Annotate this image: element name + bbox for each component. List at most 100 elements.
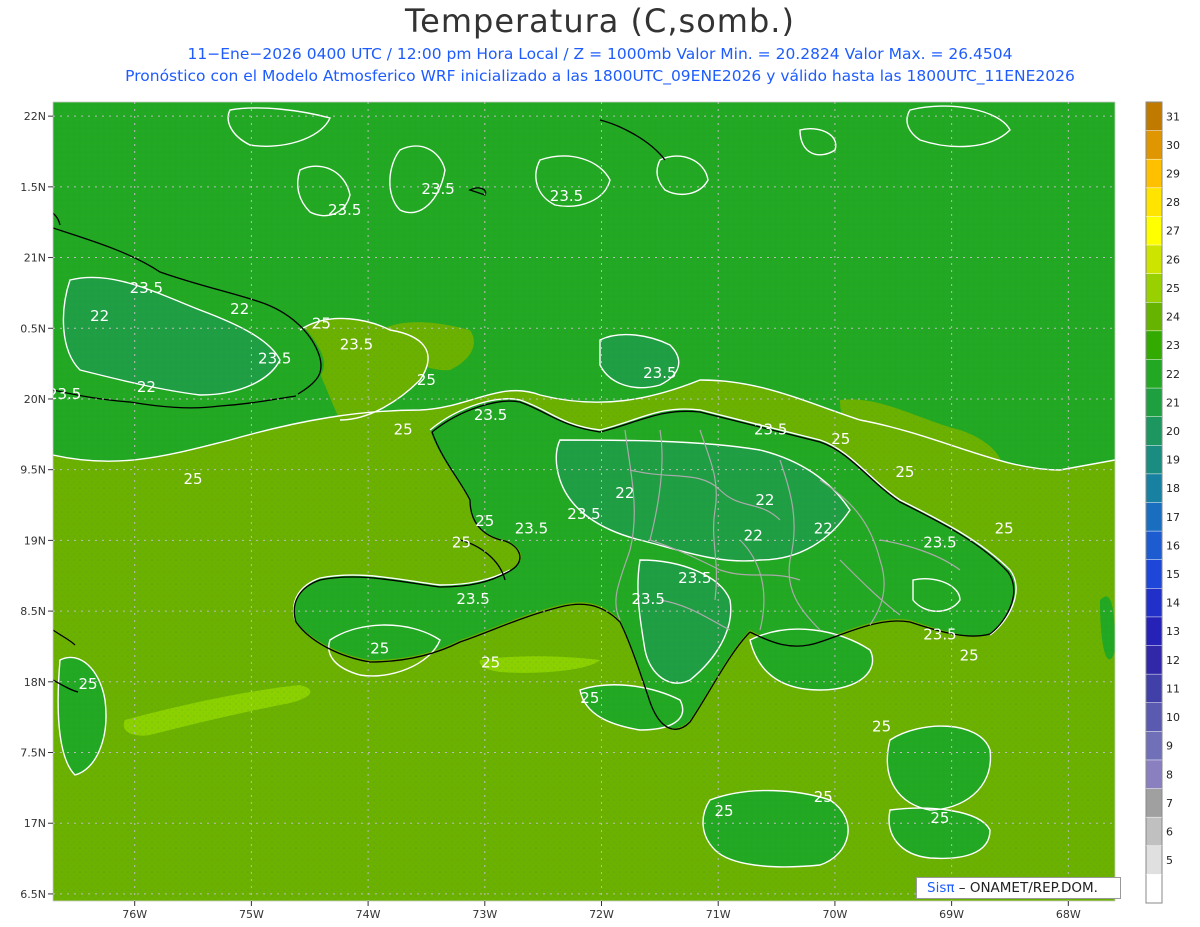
contour-label: 25 xyxy=(183,470,202,488)
credit-box: Sisπ – ONAMET/REP.DOM. xyxy=(916,877,1121,899)
lat-tick-label: 8.5N xyxy=(20,605,46,618)
colorbar-swatch xyxy=(1146,302,1162,332)
colorbar-swatch xyxy=(1146,559,1162,589)
contour-label: 23.5 xyxy=(456,590,489,608)
colorbar-label: 26 xyxy=(1166,253,1180,266)
colorbar-label: 23 xyxy=(1166,339,1180,352)
lon-tick-label: 70W xyxy=(822,908,847,921)
colorbar-label: 15 xyxy=(1166,568,1180,581)
lat-tick-label: 19N xyxy=(24,534,46,547)
lon-tick-label: 72W xyxy=(589,908,614,921)
colorbar-label: 17 xyxy=(1166,511,1180,524)
lon-tick-label: 76W xyxy=(122,908,147,921)
map-field: 23.523.523.5 23.523.522 222523.523.52223.5… xyxy=(53,88,1115,901)
contour-label: 25 xyxy=(78,675,97,693)
lon-tick-label: 73W xyxy=(472,908,497,921)
contour-label: 25 xyxy=(831,430,850,448)
colorbar-label: 6 xyxy=(1166,825,1173,838)
contour-label: 25 xyxy=(452,533,471,551)
colorbar-label: 30 xyxy=(1166,139,1180,152)
contour-label: 23.5 xyxy=(130,279,163,297)
contour-label: 23.5 xyxy=(515,519,548,537)
contour-label: 22 xyxy=(744,526,763,544)
colorbar-label: 12 xyxy=(1166,654,1180,667)
sispi-logo: Sisπ xyxy=(927,880,955,896)
colorbar-swatch xyxy=(1146,502,1162,532)
colorbar-swatch xyxy=(1146,874,1162,904)
colorbar-swatch xyxy=(1146,273,1162,303)
lat-tick-label: 1.5N xyxy=(20,181,46,194)
contour-label: 23.5 xyxy=(678,569,711,587)
colorbar-swatch xyxy=(1146,245,1162,275)
lon-tick-label: 71W xyxy=(706,908,731,921)
colorbar-swatch xyxy=(1146,473,1162,503)
colorbar-swatch xyxy=(1146,616,1162,647)
contour-label: 25 xyxy=(895,463,914,481)
temperature-map: 23.523.523.5 23.523.522 222523.523.52223.5… xyxy=(20,88,1180,921)
colorbar-swatch xyxy=(1146,102,1162,132)
contour-label: 22 xyxy=(230,300,249,318)
longitude-axis: 76W 75W 74W 73W 72W 71W 70W 69W 68W xyxy=(122,901,1081,921)
contour-label: 23.5 xyxy=(643,364,676,382)
colorbar-label: 22 xyxy=(1166,368,1180,381)
colorbar-label: 25 xyxy=(1166,282,1180,295)
credit-text: – ONAMET/REP.DOM. xyxy=(954,880,1098,896)
contour-label: 25 xyxy=(475,512,494,530)
contour-label: 25 xyxy=(930,809,949,827)
colorbar-label: 21 xyxy=(1166,396,1180,409)
contour-label: 25 xyxy=(417,371,436,389)
colorbar-swatch xyxy=(1146,130,1162,160)
contour-label: 23.5 xyxy=(631,590,664,608)
colorbar-swatch xyxy=(1146,788,1162,818)
colorbar-label: 18 xyxy=(1166,482,1180,495)
lon-tick-label: 74W xyxy=(356,908,381,921)
colorbar-label: 11 xyxy=(1166,682,1180,695)
lat-tick-label: 17N xyxy=(24,817,46,830)
colorbar-swatch xyxy=(1146,416,1162,446)
contour-label: 22 xyxy=(755,491,774,509)
contour-label: 25 xyxy=(814,788,833,806)
colorbar-swatch xyxy=(1146,702,1162,732)
contour-label: 23.5 xyxy=(550,187,583,205)
colorbar-label: 7 xyxy=(1166,797,1173,810)
contour-label: 23.5 xyxy=(754,420,787,438)
contour-label: 25 xyxy=(312,314,331,332)
contour-label: 22 xyxy=(615,484,634,502)
colorbar-label: 20 xyxy=(1166,425,1180,438)
lat-tick-label: 7.5N xyxy=(20,747,46,760)
colorbar-swatch xyxy=(1146,588,1162,618)
contour-label: 25 xyxy=(960,647,979,665)
colorbar-swatch xyxy=(1146,845,1162,875)
colorbar-label: 13 xyxy=(1166,625,1180,638)
lat-tick-label: 22N xyxy=(24,110,46,123)
latitude-axis: 22N 1.5N 21N 0.5N 20N 9.5N 19N 8.5N 18N 7.5N 17N 6.… xyxy=(20,110,53,901)
contour-label: 23.5 xyxy=(853,88,886,106)
contour-label: 25 xyxy=(370,640,389,658)
contour-label: 23.5 xyxy=(421,180,454,198)
lat-tick-label: 6.5N xyxy=(20,888,46,901)
lat-tick-label: 0.5N xyxy=(20,322,46,335)
contour-label: 25 xyxy=(580,689,599,707)
contour-label: 23.5 xyxy=(474,406,507,424)
colorbar-swatch xyxy=(1146,817,1162,847)
colorbar-label: 29 xyxy=(1166,168,1180,181)
contour-label: 25 xyxy=(995,519,1014,537)
lat-tick-label: 18N xyxy=(24,676,46,689)
colorbar-swatch xyxy=(1146,388,1162,418)
colorbar-swatch xyxy=(1146,674,1162,704)
lon-tick-label: 69W xyxy=(939,908,964,921)
colorbar-label: 14 xyxy=(1166,597,1180,610)
colorbar-swatch xyxy=(1146,445,1162,475)
colorbar-swatch xyxy=(1146,731,1162,761)
colorbar-label: 31 xyxy=(1166,110,1180,123)
lat-tick-label: 9.5N xyxy=(20,464,46,477)
colorbar-swatch xyxy=(1146,359,1162,389)
contour-label: 23.5 xyxy=(923,625,956,643)
colorbar-label: 8 xyxy=(1166,768,1173,781)
colorbar-label: 5 xyxy=(1166,854,1173,867)
contour-label: 25 xyxy=(481,654,500,672)
colorbar-swatch xyxy=(1146,187,1162,217)
contour-label: 23.5 xyxy=(340,335,373,353)
contour-label: 22 xyxy=(814,519,833,537)
contour-label: 25 xyxy=(872,717,891,735)
